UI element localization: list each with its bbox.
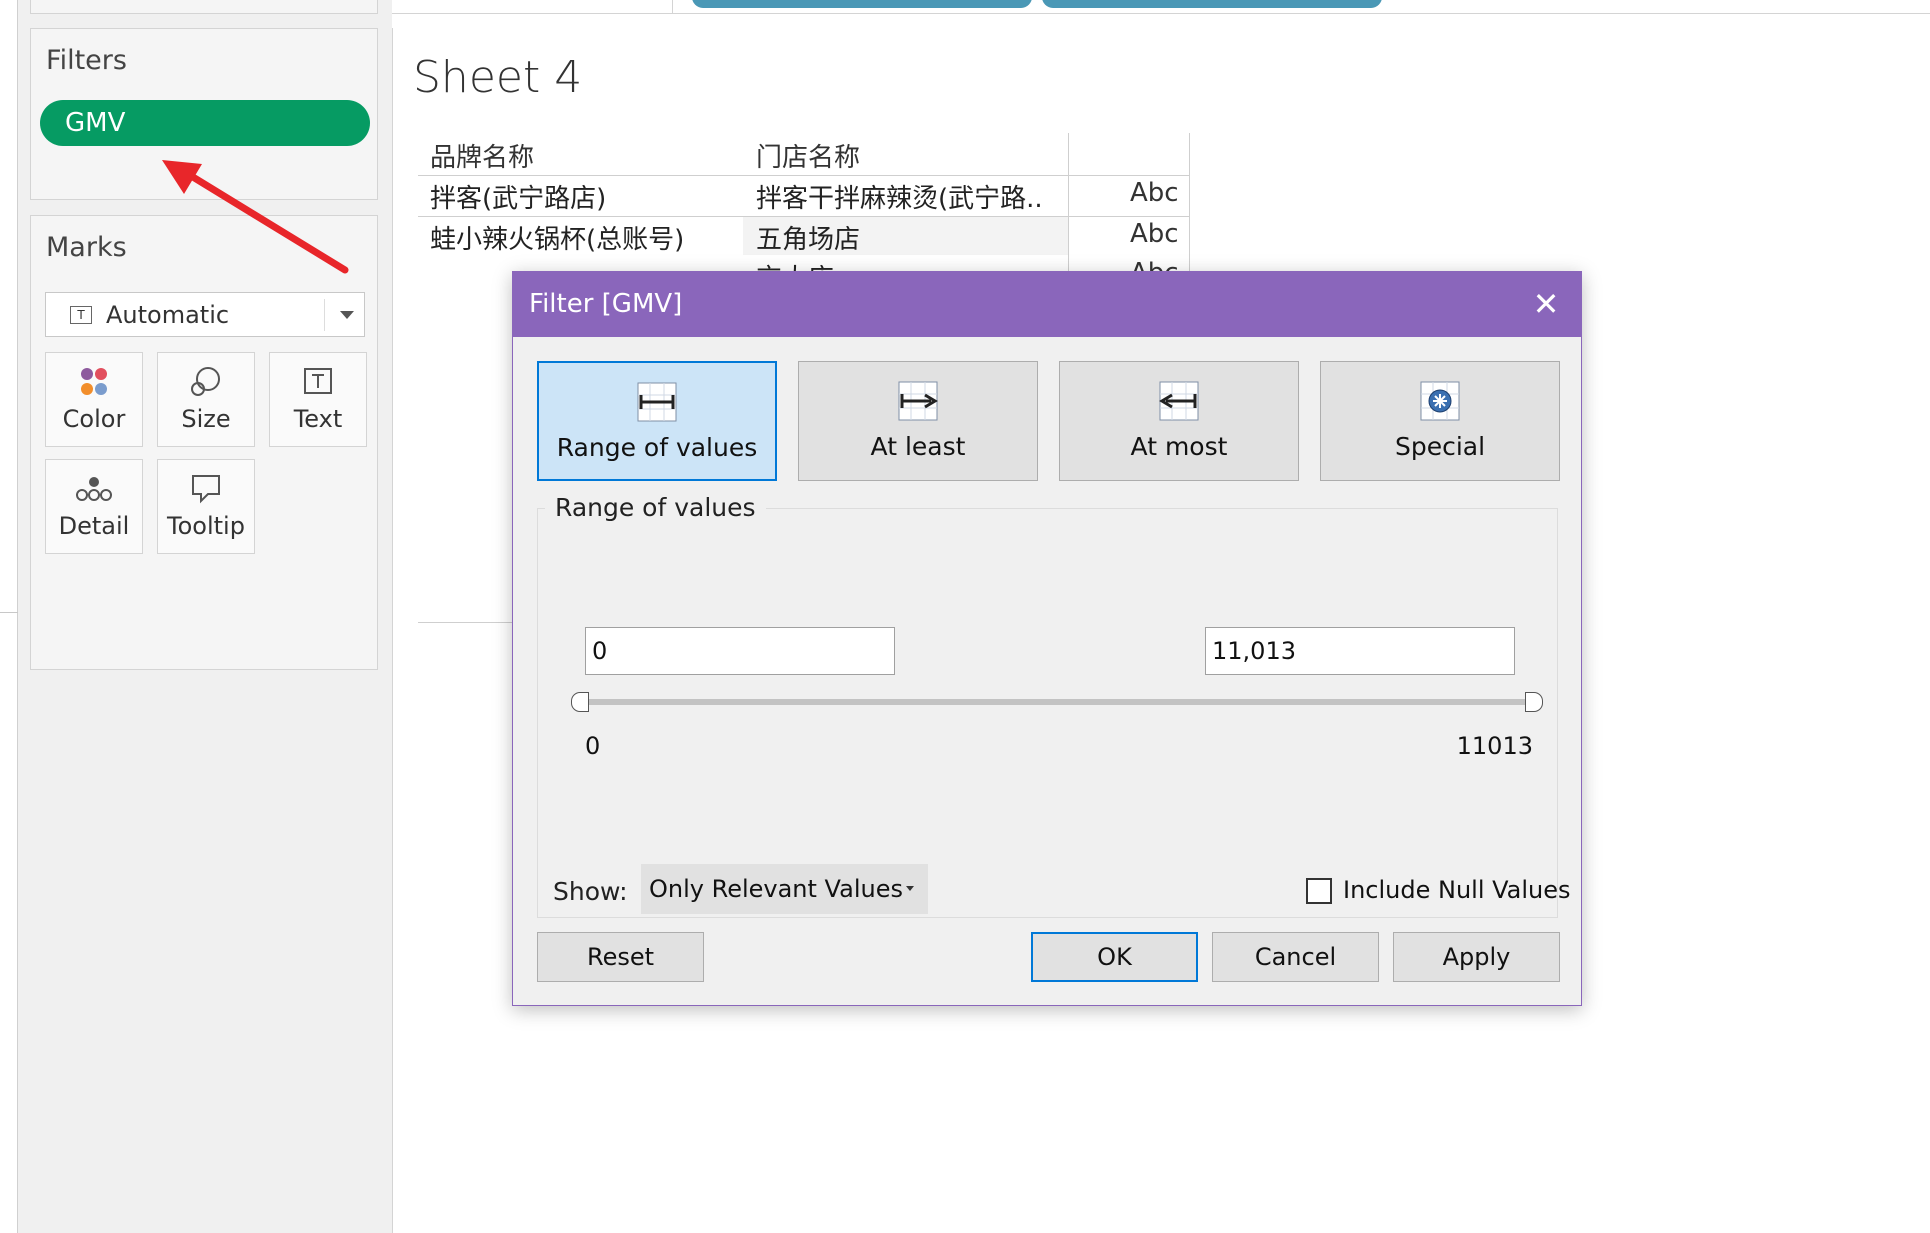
shelf-divider [672, 0, 673, 14]
min-value-input[interactable]: 0 [585, 627, 895, 675]
include-null-checkbox[interactable] [1306, 878, 1332, 904]
marks-detail-label: Detail [58, 512, 130, 540]
text-mark-icon: T [70, 306, 92, 324]
dropdown-separator [324, 299, 325, 331]
range-group-box [537, 508, 1558, 918]
slider-max-label: 11013 [1456, 732, 1533, 760]
left-edge-strip [0, 0, 18, 1233]
special-tab[interactable]: Special [1320, 361, 1560, 481]
ok-button[interactable]: OK [1031, 932, 1198, 982]
chevron-down-icon [340, 311, 354, 319]
size-circles-icon [191, 367, 220, 396]
detail-dots-icon [76, 477, 112, 501]
table-divider [1189, 133, 1190, 273]
chevron-down-icon [906, 886, 914, 891]
special-label: Special [1394, 432, 1486, 461]
table-cell-store: 交大店 [756, 258, 834, 272]
at-least-tab[interactable]: At least [798, 361, 1038, 481]
marks-color-button[interactable]: Color [45, 352, 143, 447]
apply-button[interactable]: Apply [1393, 932, 1560, 982]
column-header-brand[interactable]: 品牌名称 [430, 137, 534, 174]
range-icon [637, 382, 677, 422]
table-cell-value: Abc [1130, 219, 1179, 249]
cancel-button[interactable]: Cancel [1212, 932, 1379, 982]
text-box-icon [304, 368, 332, 394]
max-value-input[interactable]: 11,013 [1205, 627, 1515, 675]
include-null-label: Include Null Values [1343, 876, 1571, 904]
at-least-icon [898, 381, 938, 421]
table-row-clipped: 交大店 Abc [418, 258, 1190, 272]
at-most-icon [1159, 381, 1199, 421]
speech-bubble-icon [192, 475, 220, 504]
slider-min-label: 0 [585, 732, 601, 760]
special-icon [1420, 381, 1460, 421]
range-of-values-tab[interactable]: Range of values [537, 361, 777, 481]
red-arrow-annotation [162, 160, 349, 274]
range-slider-track[interactable] [580, 699, 1533, 705]
marks-color-label: Color [62, 405, 126, 433]
dialog-title: Filter [GMV] [513, 272, 1581, 337]
marks-title: Marks [46, 232, 127, 263]
marks-tooltip-button[interactable]: Tooltip [157, 459, 255, 554]
sheet-title: Sheet 4 [413, 52, 583, 103]
marks-text-label: Text [293, 405, 343, 433]
table-cell-value: Abc [1130, 178, 1179, 208]
left-edge-divider [0, 612, 18, 613]
column-pill[interactable] [692, 0, 1032, 8]
table-cell-store: 拌客干拌麻辣烫(武宁路.. [756, 184, 1043, 214]
show-label: Show: [553, 877, 628, 906]
show-values-text: Only Relevant Values [649, 875, 903, 903]
at-most-label: At most [1130, 432, 1228, 461]
marks-size-button[interactable]: Size [157, 352, 255, 447]
marks-text-button[interactable]: Text [269, 352, 367, 447]
close-icon[interactable]: ✕ [1525, 284, 1567, 324]
range-slider-min-handle[interactable] [571, 692, 589, 712]
table-cell-brand: 拌客(武宁路店) [430, 184, 607, 214]
range-group-label: Range of values [545, 493, 766, 522]
table-cell-brand: 蛙小辣火锅杯(总账号) [430, 225, 685, 255]
column-pill[interactable] [1042, 0, 1382, 8]
header-underline [418, 175, 1190, 176]
column-header-store[interactable]: 门店名称 [756, 137, 860, 174]
range-slider-max-handle[interactable] [1525, 692, 1543, 712]
show-values-dropdown[interactable]: Only Relevant Values [641, 864, 928, 914]
filter-dialog: Filter [GMV] ✕ Range of values At least [512, 271, 1582, 1006]
marks-size-label: Size [181, 405, 231, 433]
marks-detail-button[interactable]: Detail [45, 459, 143, 554]
table-cell-store: 五角场店 [756, 225, 861, 255]
color-dots-icon [81, 368, 107, 395]
table-divider [1068, 133, 1069, 273]
filters-title: Filters [46, 45, 127, 76]
marks-tooltip-label: Tooltip [167, 512, 245, 540]
range-of-values-label: Range of values [556, 433, 758, 462]
table-bottom-line [418, 622, 518, 623]
gmv-filter-pill[interactable]: GMV [40, 100, 370, 146]
at-least-label: At least [870, 432, 966, 461]
at-most-tab[interactable]: At most [1059, 361, 1299, 481]
mark-type-label: Automatic [106, 301, 230, 329]
reset-button[interactable]: Reset [537, 932, 704, 982]
pages-shelf [30, 0, 378, 14]
mark-type-dropdown[interactable]: T Automatic [45, 292, 365, 337]
table-cell-value: Abc [1130, 258, 1179, 272]
